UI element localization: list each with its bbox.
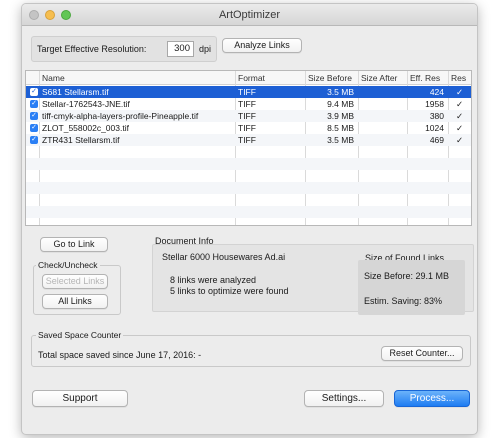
column-header-eff-res[interactable]: Eff. Res <box>410 73 440 83</box>
row-eff-res: 469 <box>429 135 444 145</box>
row-eff-res: 1958 <box>425 99 444 109</box>
links-to-optimize-text: 5 links to optimize were found <box>170 286 289 296</box>
empty-row <box>26 206 471 218</box>
column-header-res[interactable]: Res <box>451 73 466 83</box>
row-checkbox[interactable]: ✓ <box>30 136 38 144</box>
row-checkbox[interactable]: ✓ <box>30 124 38 132</box>
settings-button[interactable]: Settings... <box>304 390 384 407</box>
row-size-before: 8.5 MB <box>327 123 354 133</box>
row-size-before: 3.9 MB <box>327 111 354 121</box>
resolution-unit: dpi <box>199 44 212 54</box>
row-res-check: ✓ <box>456 123 464 133</box>
row-format: TIFF <box>238 99 256 109</box>
check-uncheck-title: Check/Uncheck <box>36 260 100 270</box>
row-eff-res: 1024 <box>425 123 444 133</box>
empty-row <box>26 170 471 182</box>
empty-row <box>26 182 471 194</box>
empty-row <box>26 194 471 206</box>
row-name: tiff-cmyk-alpha-layers-profile-Pineapple… <box>42 111 199 121</box>
column-header-name[interactable]: Name <box>42 73 65 83</box>
resolution-input[interactable]: 300 <box>167 41 194 57</box>
table-row[interactable]: ✓ tiff-cmyk-alpha-layers-profile-Pineapp… <box>26 110 471 122</box>
row-size-before: 9.4 MB <box>327 99 354 109</box>
found-links-panel <box>358 260 465 315</box>
row-res-check: ✓ <box>456 99 464 109</box>
size-before-text: Size Before: 29.1 MB <box>364 271 450 281</box>
artoptimizer-window: ArtOptimizer Target Effective Resolution… <box>21 3 478 435</box>
resolution-panel: Target Effective Resolution: 300 dpi <box>31 36 217 62</box>
window-title: ArtOptimizer <box>218 9 281 21</box>
document-info-title: Document Info <box>155 236 214 246</box>
column-header-size-before[interactable]: Size Before <box>308 73 352 83</box>
row-format: TIFF <box>238 135 256 145</box>
links-analyzed-text: 8 links were analyzed <box>170 275 257 285</box>
row-format: TIFF <box>238 111 256 121</box>
table-header: Name Format Size Before Size After Eff. … <box>26 71 471 85</box>
row-res-check: ✓ <box>456 135 464 145</box>
empty-row <box>26 146 471 158</box>
resolution-label: Target Effective Resolution: <box>37 44 147 54</box>
estimated-saving-text: Estim. Saving: 83% <box>364 296 443 306</box>
reset-counter-button[interactable]: Reset Counter... <box>381 346 463 361</box>
row-name: S681 Stellarsm.tif <box>42 87 109 97</box>
row-name: Stellar-1762543-JNE.tif <box>42 99 130 109</box>
row-name: ZLOT_558002c_003.tif <box>42 123 129 133</box>
row-size-before: 3.5 MB <box>327 135 354 145</box>
table-row[interactable]: ✓ ZTR431 Stellarsm.tif TIFF 3.5 MB 469 ✓ <box>26 134 471 146</box>
row-checkbox[interactable]: ✓ <box>30 100 38 108</box>
column-header-format[interactable]: Format <box>238 73 265 83</box>
analyze-links-button[interactable]: Analyze Links <box>222 38 302 53</box>
row-format: TIFF <box>238 87 256 97</box>
row-checkbox[interactable]: ✓ <box>30 112 38 120</box>
go-to-link-button[interactable]: Go to Link <box>40 237 108 252</box>
total-space-saved-text: Total space saved since June 17, 2016: - <box>38 350 202 360</box>
table-row[interactable]: ✓ S681 Stellarsm.tif TIFF 3.5 MB 424 ✓ <box>26 86 471 98</box>
selected-links-button[interactable]: Selected Links <box>42 274 108 289</box>
title-bar: ArtOptimizer <box>22 4 477 26</box>
row-eff-res: 424 <box>429 87 444 97</box>
saved-space-title: Saved Space Counter <box>36 330 124 340</box>
table-row[interactable]: ✓ Stellar-1762543-JNE.tif TIFF 9.4 MB 19… <box>26 98 471 110</box>
column-header-size-after[interactable]: Size After <box>361 73 397 83</box>
support-button[interactable]: Support <box>32 390 128 407</box>
row-res-check: ✓ <box>456 87 464 97</box>
row-res-check: ✓ <box>456 111 464 121</box>
empty-row <box>26 158 471 170</box>
process-button[interactable]: Process... <box>394 390 470 407</box>
links-table: Name Format Size Before Size After Eff. … <box>25 70 472 226</box>
document-name: Stellar 6000 Housewares Ad.ai <box>162 252 286 262</box>
row-format: TIFF <box>238 123 256 133</box>
row-size-before: 3.5 MB <box>327 87 354 97</box>
row-name: ZTR431 Stellarsm.tif <box>42 135 120 145</box>
table-row[interactable]: ✓ ZLOT_558002c_003.tif TIFF 8.5 MB 1024 … <box>26 122 471 134</box>
row-eff-res: 380 <box>429 111 444 121</box>
all-links-button[interactable]: All Links <box>42 294 108 309</box>
row-checkbox[interactable]: ✓ <box>30 88 38 96</box>
